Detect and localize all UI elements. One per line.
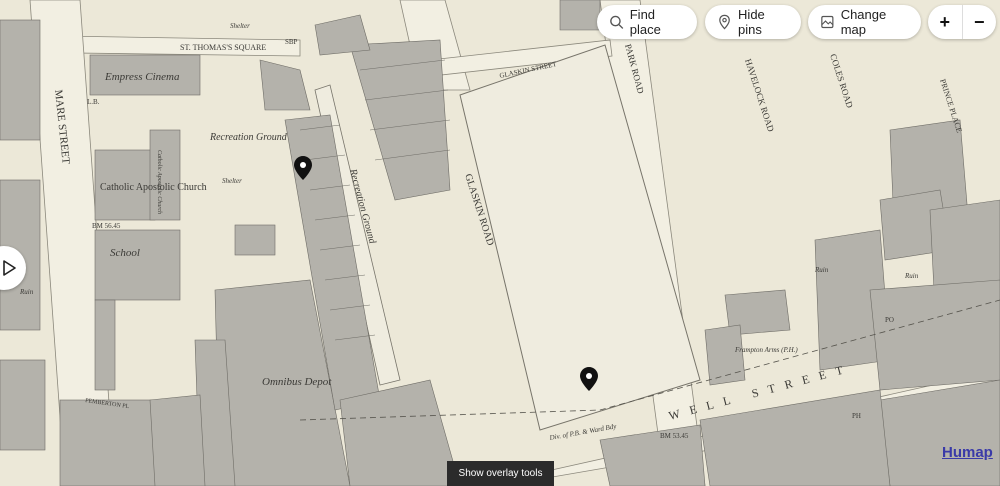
label-bm-1: BM 56.45 [92,222,121,230]
find-place-button[interactable]: Find place [597,5,697,39]
map-icon [821,15,834,29]
label-shelter-2: Shelter [222,177,242,185]
label-sbp: SBP [285,38,298,46]
label-school: School [110,247,140,259]
label-omnibus-depot: Omnibus Depot [262,376,332,388]
label-po: PO [885,316,894,324]
label-empress-cinema: Empress Cinema [104,71,180,83]
label-lb: L.B. [87,98,100,106]
hide-pins-button[interactable]: Hide pins [705,5,801,39]
pin-icon [719,14,730,30]
label-catholic-church-small: Catholic Apostolic Church [156,150,162,214]
search-icon [610,15,624,29]
show-overlay-tools-button[interactable]: Show overlay tools [447,461,554,486]
zoom-in-button[interactable]: + [928,5,962,39]
label-ruin-1: Ruin [19,288,34,296]
find-place-label: Find place [629,7,661,37]
label-catholic-apostolic-church: Catholic Apostolic Church [100,182,207,193]
zoom-control: + − [928,5,996,39]
label-ph: PH [852,412,861,420]
label-ruin-3: Ruin [904,272,919,280]
humap-logo[interactable]: Humap [942,444,993,461]
label-frampton-arms: Frampton Arms (P.H.) [734,346,798,354]
label-bm-2: BM 53.45 [660,432,689,440]
map-pin-1[interactable] [294,156,312,180]
change-map-button[interactable]: Change map [808,5,921,39]
label-ruin-2: Ruin [814,266,829,274]
label-shelter-1: Shelter [230,22,250,30]
label-st-thomas-square: ST. THOMAS'S SQUARE [180,43,266,52]
zoom-out-button[interactable]: − [961,5,997,39]
change-map-label: Change map [840,7,887,37]
label-recreation-ground: Recreation Ground [209,132,288,143]
play-icon [3,260,16,276]
historic-map[interactable]: ST. THOMAS'S SQUARE GLASKIN STREET PARK … [0,0,1000,486]
map-pin-2[interactable] [580,367,598,391]
hide-pins-label: Hide pins [738,7,765,37]
